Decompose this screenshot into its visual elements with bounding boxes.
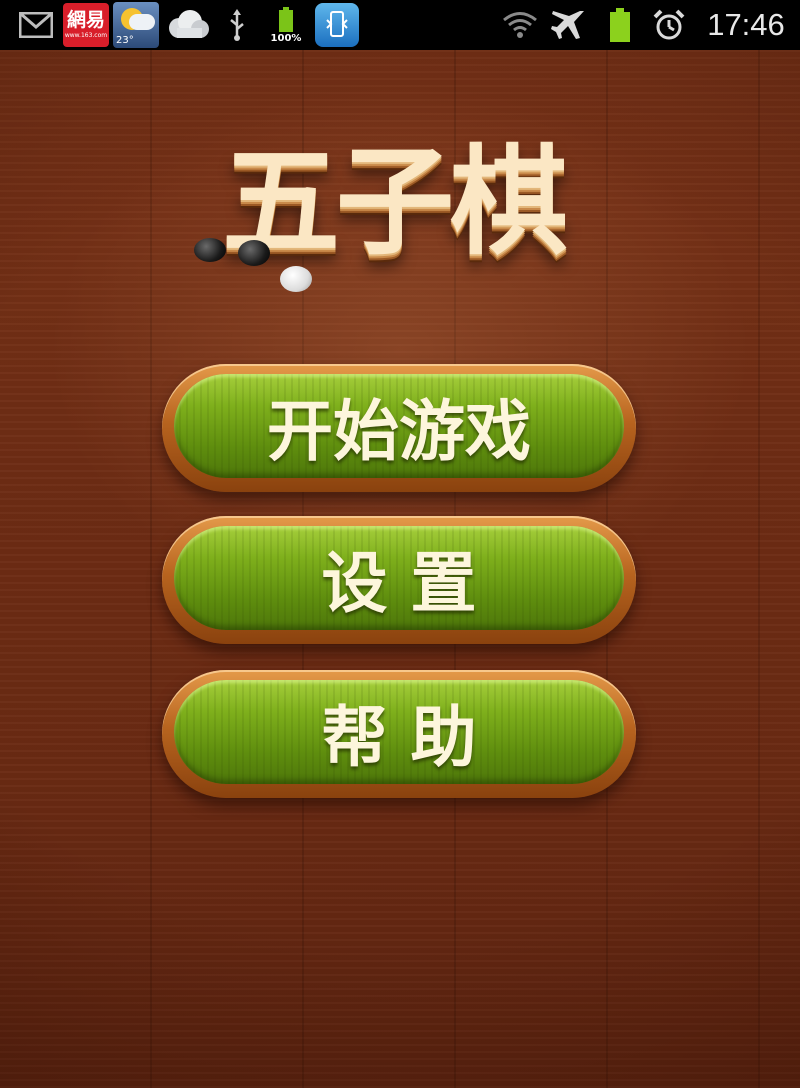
netease-sub: www.163.com: [64, 32, 108, 39]
settings-button[interactable]: 设 置: [162, 516, 636, 644]
status-bar: 網易 www.163.com 23° 100% 17:46: [0, 0, 800, 50]
help-label: 帮 助: [321, 699, 477, 776]
gmail-icon: [18, 0, 54, 50]
black-stone-icon: [194, 238, 226, 262]
usb-icon: [222, 0, 252, 50]
status-time: 17:46: [707, 7, 785, 42]
help-button[interactable]: 帮 助: [162, 670, 636, 798]
start-game-button[interactable]: 开始游戏: [162, 364, 636, 492]
settings-label: 设 置: [321, 545, 477, 622]
battery-app-label: 100%: [270, 32, 302, 44]
netease-label: 網易: [66, 9, 105, 31]
battery-100-icon: 100%: [268, 0, 304, 50]
weather-icon: 23°: [112, 0, 160, 50]
game-title: 五子棋: [222, 132, 568, 271]
wifi-icon: [500, 0, 540, 50]
battery-icon: [600, 0, 640, 50]
airplane-mode-icon: [548, 0, 588, 50]
black-stone-icon: [238, 240, 270, 266]
weather-temp: 23°: [116, 35, 134, 46]
start-game-label: 开始游戏: [267, 393, 531, 470]
netease-icon: 網易 www.163.com: [62, 0, 110, 50]
white-stone-icon: [280, 266, 312, 292]
alarm-icon: [648, 0, 690, 50]
phone-sync-icon: [312, 0, 362, 50]
cloud-icon: [164, 0, 212, 50]
